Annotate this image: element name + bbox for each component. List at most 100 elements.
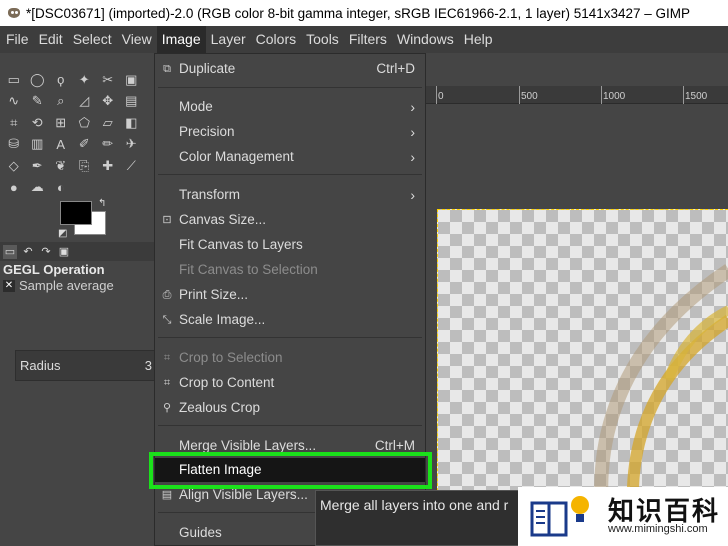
heal-icon[interactable]: ✚: [96, 155, 120, 177]
duplicate-icon: ⧉: [163, 63, 171, 75]
gradient-icon[interactable]: ▥: [26, 134, 50, 156]
bucket-fill-icon[interactable]: ⛁: [2, 134, 26, 156]
tool-options-tab-icon[interactable]: ▭: [3, 244, 17, 259]
menu-separator: [158, 87, 422, 88]
menu-item-crop-to-content[interactable]: ⌗ Crop to Content: [155, 371, 425, 395]
menu-item-color-management[interactable]: Color Management ›: [155, 145, 425, 169]
zoom-icon[interactable]: ⌕: [49, 91, 73, 113]
chevron-right-icon: ›: [410, 99, 415, 115]
rect-select-icon[interactable]: ▭: [2, 69, 26, 91]
perspective-clone-icon[interactable]: ⟋: [120, 155, 144, 177]
sample-average-option[interactable]: ✕ Sample average: [3, 278, 114, 293]
unified-transform-icon[interactable]: ⟲: [26, 112, 50, 134]
menu-bar: File Edit Select View Image Layer Colors…: [0, 26, 728, 53]
radius-value: 3: [144, 358, 152, 373]
crop-icon: ⌗: [163, 352, 171, 364]
menu-item-zealous-crop[interactable]: ⚲ Zealous Crop: [155, 396, 425, 420]
pencil-icon[interactable]: ✏: [96, 134, 120, 156]
paintbrush-icon[interactable]: ✐: [73, 134, 97, 156]
move-icon[interactable]: ✥: [96, 91, 120, 113]
chevron-right-icon: ›: [410, 149, 415, 165]
color-picker-icon[interactable]: ✎: [26, 91, 50, 113]
ruler-label-1500: 1500: [685, 91, 708, 102]
crop-icon: ⌗: [163, 377, 171, 389]
menu-windows[interactable]: Windows: [392, 26, 459, 53]
ruler-label-1000: 1000: [603, 91, 626, 102]
align-icon: ▤: [161, 489, 173, 501]
menu-item-canvas-size[interactable]: ⊡ Canvas Size...: [155, 208, 425, 232]
menu-item-mode[interactable]: Mode ›: [155, 95, 425, 119]
ellipse-select-icon[interactable]: ◯: [26, 69, 50, 91]
title-bar: *[DSC03671] (imported)-2.0 (RGB color 8-…: [0, 0, 728, 26]
eraser-icon[interactable]: ◇: [2, 155, 26, 177]
cage-icon[interactable]: ⬠: [73, 112, 97, 134]
warp-icon[interactable]: ⊞: [49, 112, 73, 134]
text-tool-icon[interactable]: A: [49, 134, 73, 156]
perspective-icon[interactable]: ▱: [96, 112, 120, 134]
fuzzy-select-icon[interactable]: ✦: [73, 69, 97, 91]
gimp-logo-icon: [6, 5, 22, 21]
menu-item-crop-to-selection: ⌗ Crop to Selection: [155, 346, 425, 370]
clone-icon[interactable]: ⎘: [73, 155, 97, 177]
mypaint-icon[interactable]: ❦: [49, 155, 73, 177]
menu-item-duplicate[interactable]: ⧉ Duplicate Ctrl+D: [155, 57, 425, 81]
measure-icon[interactable]: ◿: [73, 91, 97, 113]
swap-colors-icon[interactable]: ↰: [98, 198, 106, 209]
menu-edit[interactable]: Edit: [34, 26, 68, 53]
menu-image[interactable]: Image: [156, 26, 206, 53]
highlight-annotation-box: [149, 452, 432, 489]
tooltip: Merge all layers into one and r: [315, 490, 535, 546]
menu-separator: [158, 337, 422, 338]
menu-item-precision[interactable]: Precision ›: [155, 120, 425, 144]
menu-item-fit-canvas-to-layers[interactable]: Fit Canvas to Layers: [155, 233, 425, 257]
watermark-logo: 知识百科 www.mimingshi.com: [518, 487, 728, 546]
reset-colors-icon[interactable]: ◩: [58, 228, 67, 239]
airbrush-icon[interactable]: ✈: [120, 134, 144, 156]
menu-item-transform[interactable]: Transform ›: [155, 183, 425, 207]
smudge-icon[interactable]: ●: [2, 177, 26, 199]
ink-icon[interactable]: ✒: [26, 155, 50, 177]
undo-history-tab-icon[interactable]: ↷: [39, 245, 53, 259]
radius-field[interactable]: Radius 3: [15, 350, 155, 381]
watermark-url: www.mimingshi.com: [608, 523, 708, 535]
free-select-icon[interactable]: ϙ: [49, 69, 73, 91]
tool-grid: ▭ ◯ ϙ ✦ ✂ ▣ ∿ ✎ ⌕ ◿ ✥ ▤ ⌗ ⟲ ⊞ ⬠ ▱ ◧ ⛁ ▥ …: [2, 69, 143, 198]
chevron-right-icon: ›: [410, 187, 415, 203]
dock-tabs: ▭ ↶ ↷ ▣: [0, 242, 155, 261]
paths-icon[interactable]: ∿: [2, 91, 26, 113]
scissors-icon[interactable]: ✂: [96, 69, 120, 91]
foreground-select-icon[interactable]: ▣: [120, 69, 144, 91]
blur-icon[interactable]: ☁: [26, 177, 50, 199]
menu-file[interactable]: File: [1, 26, 34, 53]
menu-item-scale-image[interactable]: ⤡ Scale Image...: [155, 308, 425, 332]
crop-tool-icon[interactable]: ⌗: [2, 112, 26, 134]
foreground-color[interactable]: [60, 201, 92, 225]
menu-separator: [158, 425, 422, 426]
color-swatches: ↰ ◩: [58, 198, 110, 239]
print-icon: ⎙: [162, 289, 172, 301]
device-status-tab-icon[interactable]: ↶: [21, 245, 35, 259]
close-icon[interactable]: ✕: [3, 279, 15, 292]
menu-select[interactable]: Select: [68, 26, 117, 53]
dodge-icon[interactable]: ◐: [49, 177, 73, 199]
canvas-size-icon: ⊡: [162, 214, 172, 226]
menu-help[interactable]: Help: [459, 26, 498, 53]
menu-view[interactable]: View: [117, 26, 157, 53]
tooltip-text: Merge all layers into one and r: [320, 497, 509, 513]
zealous-crop-icon: ⚲: [162, 402, 172, 414]
menu-layer[interactable]: Layer: [206, 26, 251, 53]
align-tool-icon[interactable]: ▤: [120, 91, 144, 113]
menu-item-print-size[interactable]: ⎙ Print Size...: [155, 283, 425, 307]
menu-separator: [158, 174, 422, 175]
menu-tools[interactable]: Tools: [301, 26, 344, 53]
toolbox-panel: ▭ ◯ ϙ ✦ ✂ ▣ ∿ ✎ ⌕ ◿ ✥ ▤ ⌗ ⟲ ⊞ ⬠ ▱ ◧ ⛁ ▥ …: [0, 53, 155, 546]
images-tab-icon[interactable]: ▣: [57, 245, 71, 259]
flip-icon[interactable]: ◧: [120, 112, 144, 134]
sample-average-label: Sample average: [19, 278, 114, 293]
menu-colors[interactable]: Colors: [251, 26, 301, 53]
horizontal-ruler: 0 500 1000 1500: [425, 86, 728, 104]
window-title: *[DSC03671] (imported)-2.0 (RGB color 8-…: [26, 5, 691, 21]
menu-filters[interactable]: Filters: [344, 26, 392, 53]
book-lightbulb-icon: [530, 496, 589, 537]
radius-label: Radius: [20, 358, 61, 373]
